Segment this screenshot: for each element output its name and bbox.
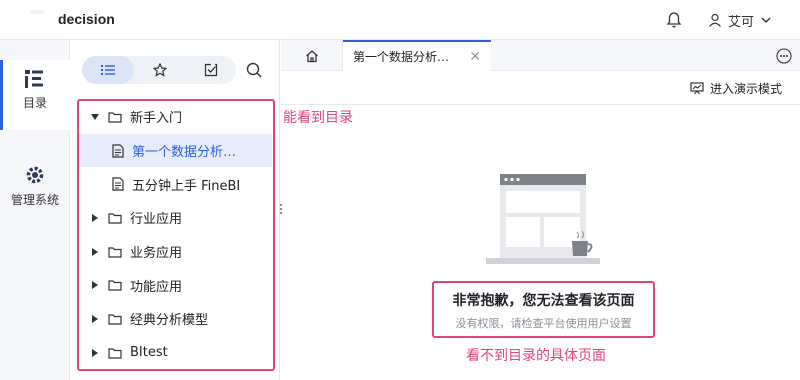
present-label: 进入演示模式 xyxy=(709,82,782,96)
tab-label: 第一个数据分析… xyxy=(353,50,450,64)
tab-first-analysis[interactable]: 第一个数据分析… ✕ xyxy=(343,40,491,71)
annotation-can-see-directory: 能看到目录 xyxy=(283,110,353,126)
logo-mark xyxy=(30,10,44,14)
error-title: 非常抱歉，您无法查看该页面 xyxy=(452,293,635,309)
top-bar: decision 艾可 xyxy=(0,0,800,40)
star-icon xyxy=(153,63,167,77)
content-toolbar: 进入演示模式 xyxy=(281,71,800,105)
annotation-cannot-see-page: 看不到目录的具体页面 xyxy=(466,348,606,364)
present-icon xyxy=(690,82,704,95)
view-segment-control xyxy=(82,56,236,84)
segment-checked[interactable] xyxy=(186,56,236,84)
segment-list[interactable] xyxy=(82,56,134,84)
catalog-icon xyxy=(25,70,43,88)
list-icon xyxy=(101,65,115,75)
left-rail: 目录 管理系统 xyxy=(0,40,70,380)
rail-item-catalog[interactable]: 目录 xyxy=(0,60,70,130)
highlight-box-directory xyxy=(77,99,275,371)
app-title: decision xyxy=(58,11,115,27)
home-icon xyxy=(305,49,318,62)
check-box-icon xyxy=(204,63,218,77)
chevron-down-icon xyxy=(761,17,771,23)
present-mode-button[interactable]: 进入演示模式 xyxy=(690,80,782,97)
close-icon[interactable]: ✕ xyxy=(469,49,481,65)
bell-icon[interactable] xyxy=(666,11,682,29)
user-name: 艾可 xyxy=(728,14,755,30)
gear-icon xyxy=(26,166,44,184)
tab-home[interactable] xyxy=(281,40,343,71)
error-subtitle: 没有权限，请检查平台使用用户设置 xyxy=(455,317,632,330)
error-message-box: 非常抱歉，您无法查看该页面 没有权限，请检查平台使用用户设置 xyxy=(432,281,655,338)
search-icon[interactable] xyxy=(244,60,264,80)
user-icon xyxy=(709,13,721,27)
rail-label-catalog: 目录 xyxy=(22,96,47,110)
tab-bar: 第一个数据分析… ✕ xyxy=(281,40,800,71)
user-menu[interactable]: 艾可 xyxy=(708,10,772,30)
segment-favorites[interactable] xyxy=(134,56,186,84)
no-permission-illustration xyxy=(486,174,600,264)
panel-splitter-handle[interactable] xyxy=(279,203,283,215)
more-icon[interactable] xyxy=(776,48,792,64)
rail-item-management[interactable]: 管理系统 xyxy=(0,155,70,208)
rail-label-management: 管理系统 xyxy=(10,193,59,207)
